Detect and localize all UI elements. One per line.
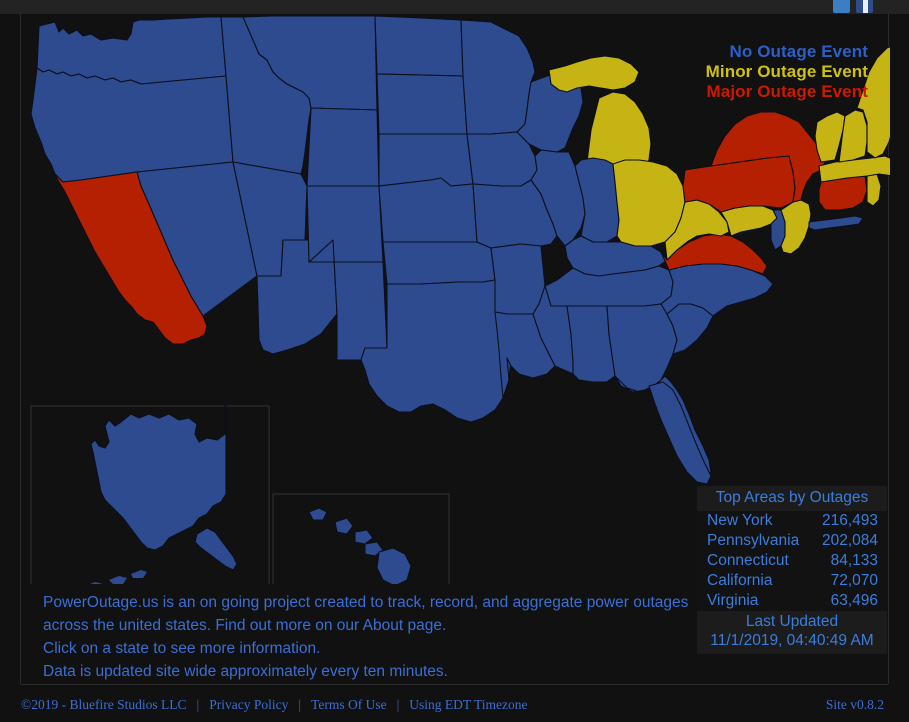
table-row[interactable]: Virginia 63,496 xyxy=(697,591,887,611)
table-row[interactable]: Pennsylvania 202,084 xyxy=(697,531,887,551)
state-WY[interactable] xyxy=(306,107,380,187)
legend-major-outage: Major Outage Event xyxy=(706,82,868,102)
state-MN[interactable] xyxy=(460,19,536,135)
table-row[interactable]: California 72,070 xyxy=(697,571,887,591)
footer-copyright: ©2019 - Bluefire Studios LLC xyxy=(21,697,187,712)
alaska-aleutians[interactable] xyxy=(65,570,147,584)
table-row[interactable]: New York 216,493 xyxy=(697,511,887,531)
map-legend: No Outage Event Minor Outage Event Major… xyxy=(706,42,868,102)
social-links xyxy=(833,0,873,13)
desc-line-1: PowerOutage.us is an on going project cr… xyxy=(43,594,689,611)
state-ND[interactable] xyxy=(374,15,464,77)
main-panel: No Outage Event Minor Outage Event Major… xyxy=(20,14,890,684)
top-areas-panel: Top Areas by Outages New York 216,493 Pe… xyxy=(697,486,887,654)
state-MD[interactable] xyxy=(720,205,778,237)
desc-line-2[interactable]: across the united states. Find out more … xyxy=(43,615,703,637)
area-name: New York xyxy=(707,512,773,529)
area-value: 202,084 xyxy=(821,532,878,549)
area-name: Virginia xyxy=(707,592,759,609)
area-name: Connecticut xyxy=(707,552,789,569)
desc-line-3: Click on a state to see more information… xyxy=(43,640,321,657)
area-value: 72,070 xyxy=(830,572,878,589)
state-OK[interactable] xyxy=(382,241,496,285)
browser-topbar xyxy=(0,0,909,14)
area-value: 84,133 xyxy=(830,552,878,569)
top-areas-title: Top Areas by Outages xyxy=(697,486,887,511)
footer-timezone-link[interactable]: Using EDT Timezone xyxy=(409,697,537,713)
footer-privacy-link[interactable]: Privacy Policy xyxy=(209,697,298,713)
state-NE[interactable] xyxy=(378,133,474,187)
area-value: 216,493 xyxy=(821,512,878,529)
state-AR[interactable] xyxy=(490,243,546,315)
twitter-icon[interactable] xyxy=(833,0,850,13)
page-root: No Outage Event Minor Outage Event Major… xyxy=(0,0,909,722)
state-NY-longisland[interactable] xyxy=(808,215,864,231)
footer-divider xyxy=(21,684,888,685)
area-value: 63,496 xyxy=(830,592,878,609)
facebook-icon[interactable] xyxy=(856,0,873,13)
state-HI[interactable] xyxy=(308,507,412,584)
area-name: Pennsylvania xyxy=(707,532,800,549)
footer-terms-link[interactable]: Terms Of Use xyxy=(311,697,397,713)
last-updated-value: 11/1/2019, 04:40:49 AM xyxy=(697,632,887,654)
legend-no-outage: No Outage Event xyxy=(729,42,868,61)
footer: ©2019 - Bluefire Studios LLC | Privacy P… xyxy=(21,692,888,718)
site-description: PowerOutage.us is an on going project cr… xyxy=(43,592,703,684)
table-row[interactable]: Connecticut 84,133 xyxy=(697,551,887,571)
legend-minor-outage: Minor Outage Event xyxy=(705,62,868,82)
state-SD[interactable] xyxy=(376,73,468,135)
state-MI[interactable] xyxy=(548,55,640,93)
area-name: California xyxy=(707,572,773,589)
footer-version: Site v0.8.2 xyxy=(825,697,884,712)
footer-separator: | xyxy=(196,697,200,712)
footer-separator: | xyxy=(396,697,400,712)
alaska-panhandle[interactable] xyxy=(194,527,238,571)
state-CO[interactable] xyxy=(306,185,384,263)
footer-separator: | xyxy=(298,697,302,712)
state-KS[interactable] xyxy=(378,177,478,243)
desc-line-4: Data is updated site wide approximately … xyxy=(43,663,448,680)
last-updated-label: Last Updated xyxy=(697,611,887,632)
state-RI[interactable] xyxy=(866,173,882,207)
state-NJ[interactable] xyxy=(780,199,812,255)
